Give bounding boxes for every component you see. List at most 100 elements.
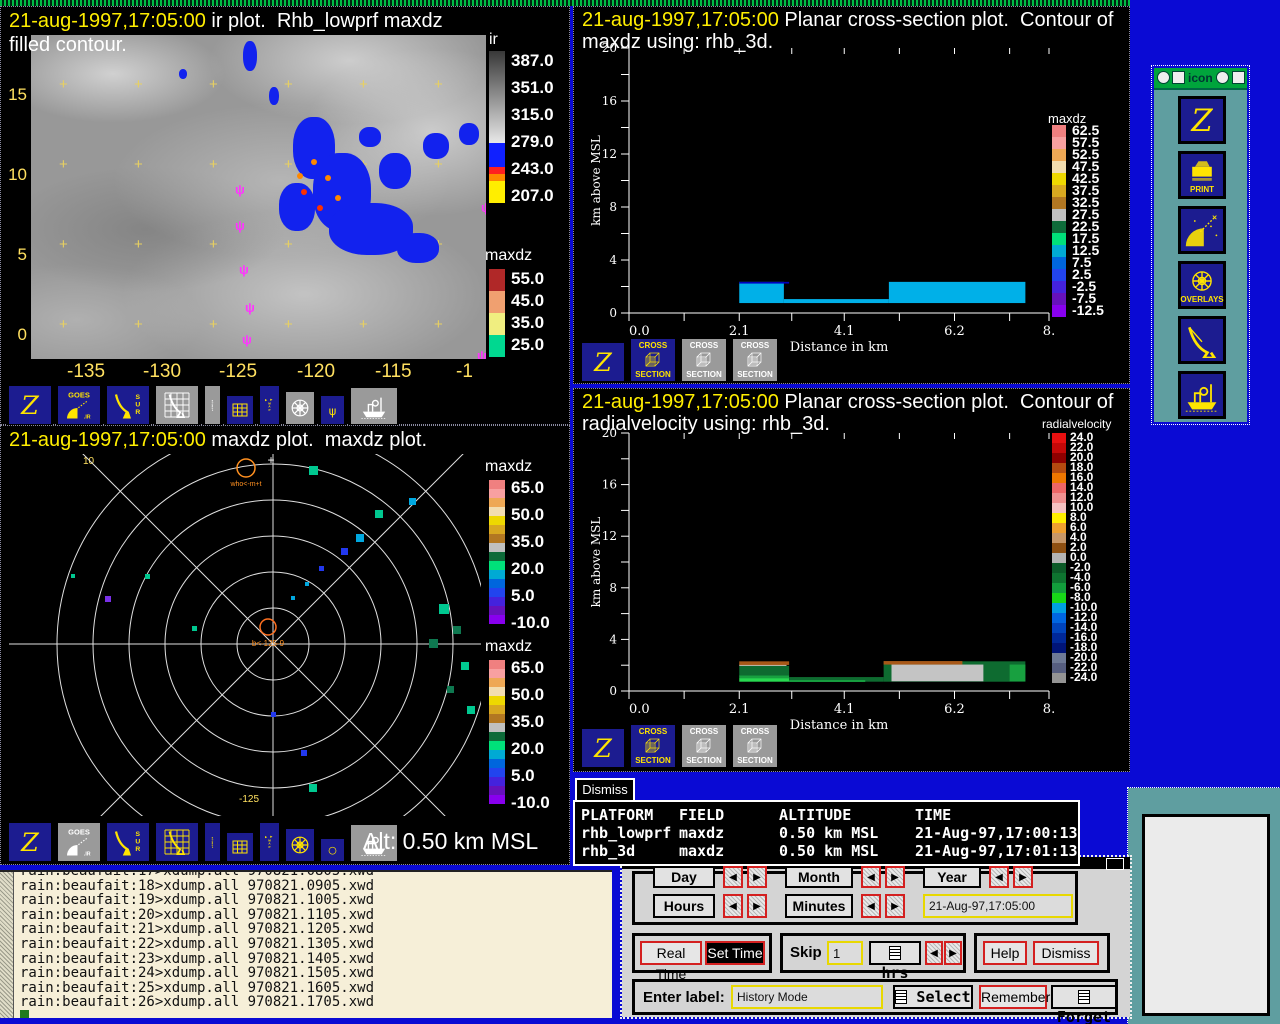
colorbar-segment <box>1052 603 1066 613</box>
hours-forward-button[interactable]: ▶ <box>747 894 767 918</box>
colorbar-segment <box>489 723 505 732</box>
colorbar-segment <box>1052 281 1066 293</box>
gridradar-tool-button[interactable] <box>154 384 200 426</box>
grid-icon <box>232 840 248 854</box>
bounds-tool-button[interactable]: BOUNDS <box>203 821 222 863</box>
titlebar-menu-button[interactable] <box>1106 858 1124 870</box>
sur-tool-button[interactable]: SUR <box>105 384 151 426</box>
colorbar-segment <box>489 714 505 723</box>
grid-plus-marker: + <box>209 156 218 173</box>
skip-value-field[interactable]: 1 <box>827 941 863 965</box>
cs2-plot-area[interactable]: 0 4 8 12 16 20 0.0 2.1 4.1 6.2 8. Distance in km km … <box>574 389 1129 744</box>
colorbar-segment <box>1052 197 1066 209</box>
wheel-tool-button[interactable] <box>284 390 316 426</box>
grid-plus-marker: + <box>59 156 68 173</box>
day-forward-button[interactable]: ▶ <box>747 866 767 888</box>
icon-window-titlebar[interactable]: icon <box>1154 68 1247 90</box>
zebra-tool-button[interactable]: Z <box>580 727 626 769</box>
month-button[interactable]: Month <box>785 866 853 888</box>
buoy-tool-button[interactable]: ψ <box>319 394 346 426</box>
skip-forward-button[interactable]: ▶ <box>944 941 962 965</box>
year-forward-button[interactable]: ▶ <box>1013 866 1033 888</box>
timestamp: 21-aug-1997,17:05:00 <box>582 391 779 413</box>
select-button[interactable]: Select <box>893 985 973 1009</box>
terminal-scrollbar[interactable] <box>0 872 14 1018</box>
real-time-button[interactable]: Real Time <box>640 941 702 982</box>
month-forward-button[interactable]: ▶ <box>885 866 905 888</box>
cross-tool-button[interactable]: CROSS SECTION <box>680 723 728 769</box>
satellite-launcher-button[interactable] <box>1178 206 1226 254</box>
day-back-button[interactable]: ◀ <box>723 866 743 888</box>
cs2-title-line2: radialvelocity using: rhb_3d. <box>582 413 830 435</box>
map-tool-button[interactable]: MAP <box>258 384 281 426</box>
radar-colorbar1 <box>489 480 505 624</box>
wheel-icon <box>1192 270 1212 291</box>
year-back-button[interactable]: ◀ <box>989 866 1009 888</box>
zebra-tool-button[interactable]: Z <box>580 341 626 383</box>
satellite-image[interactable]: ++++++++++++++++++++++++ψψψψψψψ <box>31 35 486 359</box>
print-launcher-button[interactable]: PRINT <box>1178 151 1226 199</box>
goes-tool-button[interactable]: GOES .IR <box>56 384 102 426</box>
window-minimize-button[interactable] <box>1216 71 1229 84</box>
year-button[interactable]: Year <box>923 866 981 888</box>
cs1-plot-area[interactable]: 0 4 8 12 16 20 0.0 2.1 4.1 6.2 8. Distance in km km … <box>574 7 1129 362</box>
zebra-tool-button[interactable]: Z <box>7 384 53 426</box>
svg-text:2.1: 2.1 <box>729 702 750 717</box>
window-menu-button[interactable] <box>1172 71 1185 84</box>
ship-tool-button[interactable] <box>349 386 399 426</box>
window-dot-button[interactable] <box>1157 71 1170 84</box>
dismiss-time-button[interactable]: Dismiss <box>1033 941 1099 965</box>
radar-ppi-display[interactable]: who<-m+t + b<-125-9 <box>9 427 490 861</box>
hours-back-button[interactable]: ◀ <box>723 894 743 918</box>
radar-colorbar-value: 35.0 <box>511 712 545 731</box>
grid-tool-button[interactable] <box>225 831 255 863</box>
cross-bottom-label: SECTION <box>635 370 671 379</box>
colorbar-segment <box>489 313 505 335</box>
month-back-button[interactable]: ◀ <box>861 866 881 888</box>
minutes-button[interactable]: Minutes <box>785 894 853 918</box>
ship-launcher-button[interactable] <box>1178 371 1226 419</box>
wheel-tool-button[interactable] <box>284 827 316 863</box>
cross-top-label: CROSS <box>740 727 770 736</box>
skip-units-button[interactable]: hrs <box>869 941 921 982</box>
menu-glyph-icon <box>889 946 901 960</box>
goes-tool-button[interactable]: GOES .IR <box>56 821 102 863</box>
window-maximize-button[interactable] <box>1232 71 1245 84</box>
colorbar-segment <box>489 696 505 705</box>
remember-button[interactable]: Remember <box>979 985 1050 1009</box>
minutes-forward-button[interactable]: ▶ <box>885 894 905 918</box>
circle-tool-button[interactable] <box>319 837 346 863</box>
radar-colorbar-value: 5.0 <box>511 586 535 605</box>
terminal-window[interactable]: rain:beaufait:17>xdump.all 970821.0805.x… <box>0 870 612 1018</box>
gridradar-tool-button[interactable] <box>154 821 200 863</box>
cross-tool-button[interactable]: CROSS SECTION <box>629 337 677 383</box>
dish-launcher-button[interactable] <box>1178 316 1226 364</box>
day-button[interactable]: Day <box>653 866 715 888</box>
forget-button[interactable]: Forget <box>1051 985 1117 1024</box>
colorbar-segment <box>1052 161 1066 173</box>
cross-tool-button[interactable]: CROSS SECTION <box>680 337 728 383</box>
sur-tool-button[interactable]: SUR <box>105 821 151 863</box>
label-value-field[interactable]: History Mode <box>731 985 883 1009</box>
wheel-launcher-button[interactable]: OVERLAYS <box>1178 261 1226 309</box>
colorbar-segment <box>489 777 505 786</box>
time-value-field[interactable]: 21-Aug-97,17:05:00 <box>923 894 1073 918</box>
set-time-button[interactable]: Set Time <box>705 941 765 965</box>
map-tool-button[interactable]: MAP <box>258 821 281 863</box>
cross-tool-button[interactable]: CROSS SECTION <box>731 337 779 383</box>
buoy-marker: ψ <box>245 300 255 315</box>
cross-tool-button[interactable]: CROSS SECTION <box>629 723 677 769</box>
ir-maxdz-colorbar <box>489 269 505 357</box>
help-button[interactable]: Help <box>983 941 1027 965</box>
hours-button[interactable]: Hours <box>653 894 715 918</box>
cross-tool-button[interactable]: CROSS SECTION <box>731 723 779 769</box>
colorbar-segment <box>1052 583 1066 593</box>
minutes-back-button[interactable]: ◀ <box>861 894 881 918</box>
zebra-tool-button[interactable]: Z <box>7 821 53 863</box>
colorbar-segment <box>1052 673 1066 683</box>
skip-back-button[interactable]: ◀ <box>925 941 943 965</box>
grid-tool-button[interactable] <box>225 394 255 426</box>
svg-text:16: 16 <box>602 478 617 492</box>
bounds-tool-button[interactable]: BOUNDS <box>203 384 222 426</box>
zebra-launcher-button[interactable]: Z <box>1178 96 1226 144</box>
